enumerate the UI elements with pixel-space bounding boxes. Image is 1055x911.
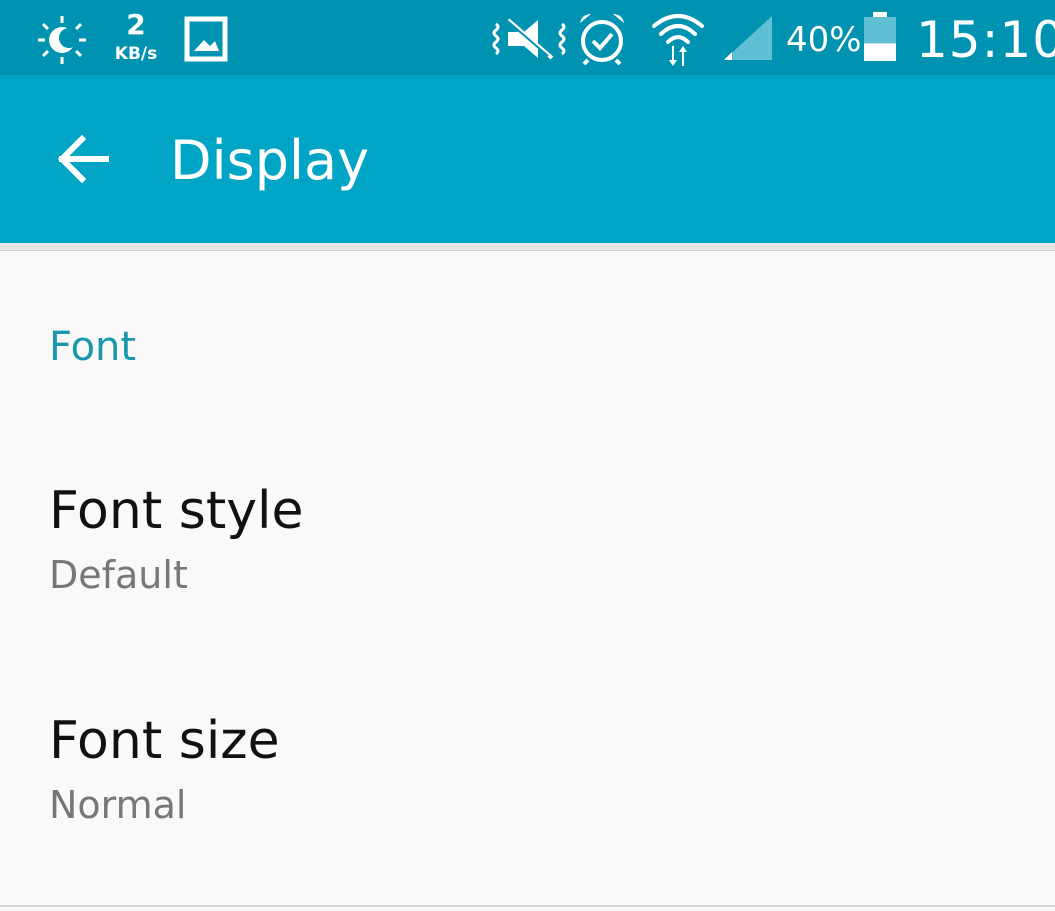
signal-icon xyxy=(724,16,772,60)
vibrate-off-icon xyxy=(492,17,566,60)
battery-fill xyxy=(864,43,896,61)
clock: 15:10 xyxy=(916,11,1055,69)
app-bar: Display xyxy=(0,75,1055,243)
setting-summary: Default xyxy=(49,553,188,597)
data-speed-value: 2 xyxy=(126,8,146,41)
gallery-icon xyxy=(184,16,228,62)
section-header-font: Font xyxy=(49,324,137,370)
alarm-icon xyxy=(580,14,624,66)
back-button[interactable] xyxy=(46,119,126,199)
battery-percent: 40% xyxy=(786,20,862,60)
setting-title: Font style xyxy=(49,481,304,541)
wifi-icon xyxy=(652,14,704,66)
arrow-left-icon xyxy=(57,134,109,184)
setting-title: Font size xyxy=(49,711,280,771)
setting-font-size[interactable]: Font size Normal xyxy=(0,700,1055,900)
brightness-icon xyxy=(38,16,86,64)
page-title: Display xyxy=(170,129,370,192)
app-bar-divider xyxy=(0,243,1055,251)
list-divider xyxy=(0,905,1055,907)
data-speed-unit: KB/s xyxy=(114,44,158,64)
setting-summary: Normal xyxy=(49,783,187,827)
status-bar: 2 KB/s 40% 15:10 xyxy=(0,0,1055,75)
battery-icon xyxy=(864,12,896,61)
setting-font-style[interactable]: Font style Default xyxy=(0,470,1055,670)
display-settings-screen: 2 KB/s 40% 15:10 Display Font Font style… xyxy=(0,0,1055,911)
